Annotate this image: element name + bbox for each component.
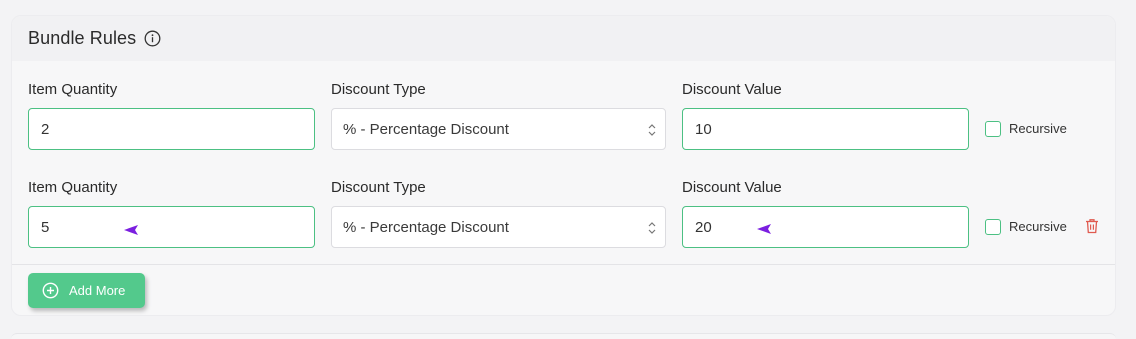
chevron-up-down-icon xyxy=(648,124,656,136)
discount-type-select[interactable]: % - Percentage Discount xyxy=(331,206,666,248)
discount-value-label: Discount Value xyxy=(682,81,782,98)
item-quantity-input[interactable] xyxy=(28,108,315,150)
discount-type-value: % - Percentage Discount xyxy=(343,120,509,138)
add-more-label: Add More xyxy=(69,283,126,298)
item-quantity-label: Item Quantity xyxy=(28,179,118,196)
divider xyxy=(12,264,1115,265)
recursive-checkbox[interactable] xyxy=(985,121,1001,137)
recursive-label: Recursive xyxy=(1009,219,1067,234)
discount-value-input[interactable] xyxy=(682,108,969,150)
card-header: Bundle Rules xyxy=(12,16,1115,61)
discount-type-value: % - Percentage Discount xyxy=(343,218,509,236)
item-quantity-label: Item Quantity xyxy=(28,81,118,98)
discount-type-label: Discount Type xyxy=(331,81,426,98)
pointer-marker-icon xyxy=(124,225,138,235)
info-circle-icon[interactable] xyxy=(144,30,161,47)
pointer-marker-icon xyxy=(757,224,771,234)
discount-value-label: Discount Value xyxy=(682,179,782,196)
trash-icon[interactable] xyxy=(1085,218,1099,234)
item-quantity-input[interactable] xyxy=(28,206,315,248)
rule-row-2: Item Quantity Discount Type % - Percenta… xyxy=(12,174,1115,272)
chevron-up-down-icon xyxy=(648,222,656,234)
discount-type-select[interactable]: % - Percentage Discount xyxy=(331,108,666,150)
next-card-edge xyxy=(11,333,1116,339)
discount-type-label: Discount Type xyxy=(331,179,426,196)
card-title: Bundle Rules xyxy=(28,28,137,48)
rule-row-1: Item Quantity Discount Type % - Percenta… xyxy=(12,76,1115,174)
discount-value-input[interactable] xyxy=(682,206,969,248)
plus-circle-icon xyxy=(42,282,59,299)
bundle-rules-card: Bundle Rules Item Quantity Discount Type… xyxy=(11,15,1116,316)
recursive-checkbox[interactable] xyxy=(985,219,1001,235)
add-more-button[interactable]: Add More xyxy=(28,273,145,308)
recursive-label: Recursive xyxy=(1009,121,1067,136)
